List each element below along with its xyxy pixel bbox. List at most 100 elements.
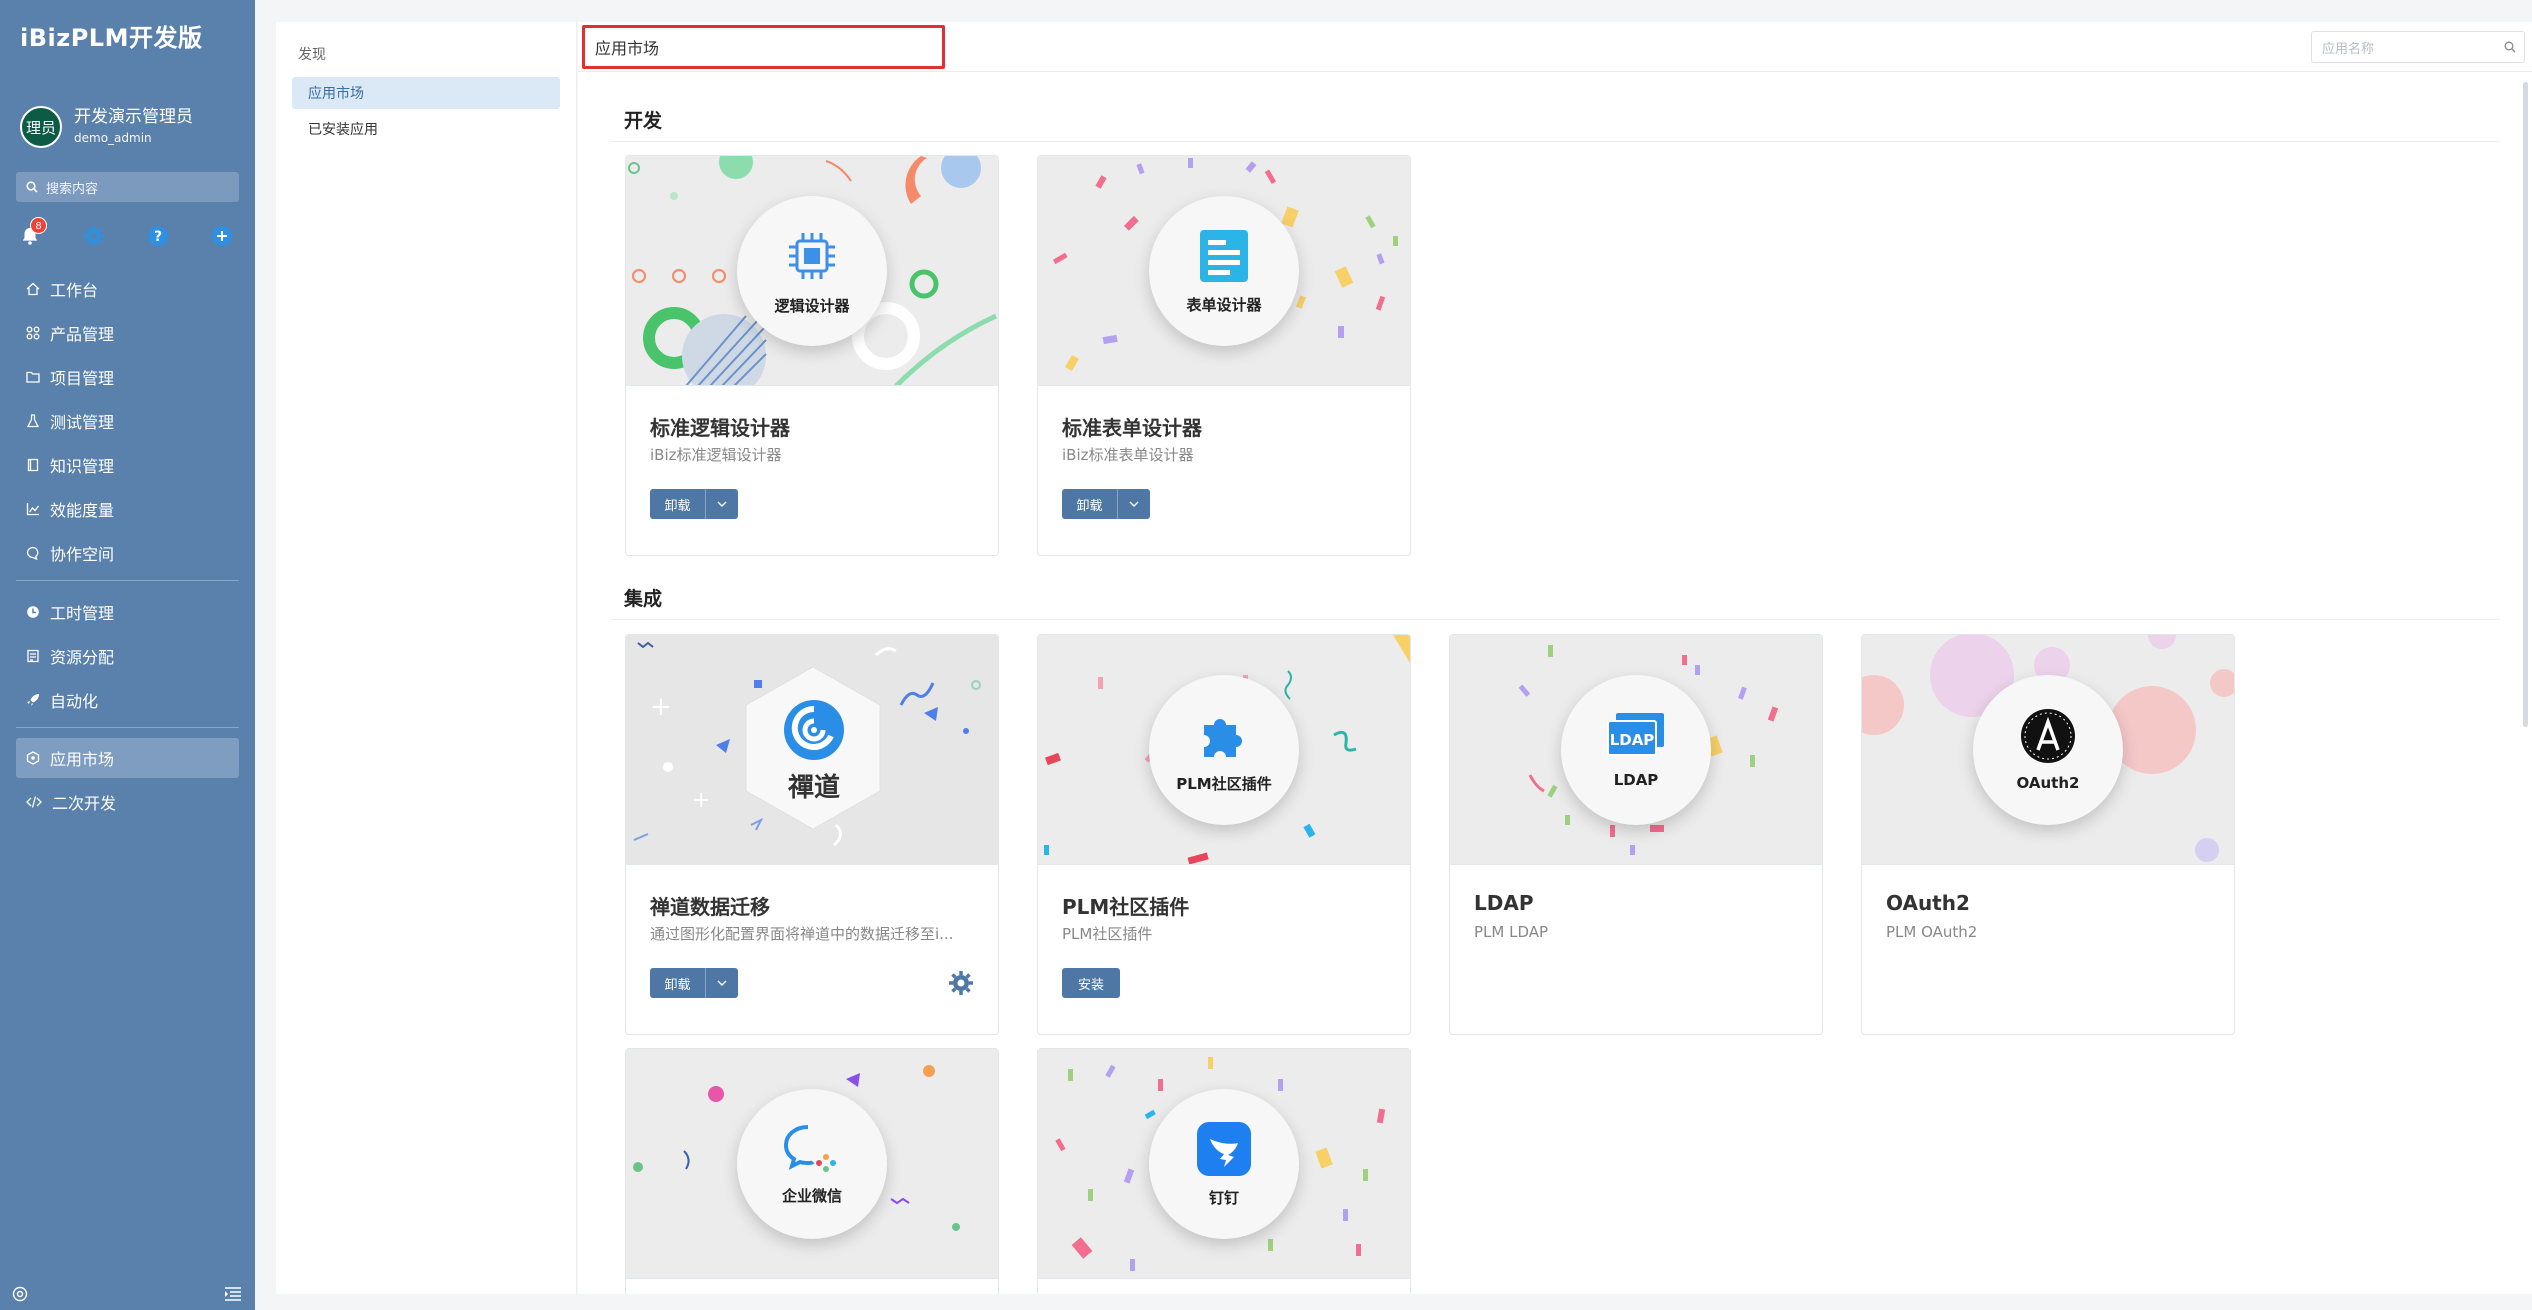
app-search-placeholder: 应用名称 [2322,41,2375,57]
section-divider [610,141,2500,142]
submenu-item-installed[interactable]: 已安装应用 [292,113,560,145]
app-card-logic-designer[interactable]: 逻辑设计器 标准逻辑设计器 iBiz标准逻辑设计器 卸载 [625,155,999,556]
notification-badge: 8 [30,217,47,234]
card-emblem-label: 逻辑设计器 [774,296,850,315]
card-emblem-label: LDAP [1613,771,1659,789]
card-description: PLM社区插件 [1062,925,1153,943]
sidebar-item-label: 二次开发 [52,794,117,813]
sidebar-item-test[interactable]: 测试管理 [16,401,239,441]
add-icon[interactable] [210,224,234,248]
card-banner: OAuth2 [1862,635,2234,865]
section-divider [610,619,2500,620]
card-emblem-label: OAuth2 [2016,774,2080,792]
product-icon [26,326,40,340]
sidebar-item-app-market[interactable]: 应用市场 [16,738,239,778]
collapse-menu-icon[interactable] [224,1286,242,1306]
sidebar-item-project[interactable]: 项目管理 [16,357,239,397]
app-card-wecom[interactable]: 企业微信 [625,1048,999,1294]
app-card-oauth2[interactable]: OAuth2 OAuth2 PLM OAuth2 [1861,634,2235,1035]
app-card-plm-community[interactable]: PLM社区插件 PLM社区插件 PLM社区插件 安装 [1037,634,1411,1035]
card-emblem: LDAP LDAP [1561,675,1711,825]
app-card-dingtalk[interactable]: 钉钉 [1037,1048,1411,1294]
section-title-integration: 集成 [624,588,663,610]
sidebar-item-dev[interactable]: 二次开发 [16,782,239,822]
card-emblem: 钉钉 [1149,1089,1299,1239]
scrollbar[interactable] [2523,82,2528,727]
home-icon [26,282,40,296]
quick-actions: 8 ? [18,217,240,254]
settings-gear-icon[interactable] [948,970,974,996]
card-description: iBiz标准逻辑设计器 [650,446,782,464]
sidebar-item-knowledge[interactable]: 知识管理 [16,445,239,485]
oauth-icon [2021,709,2075,763]
sidebar-item-metrics[interactable]: 效能度量 [16,489,239,529]
zentao-logo-icon [784,700,844,760]
user-profile[interactable]: 理员 开发演示管理员 demo_admin [20,104,193,150]
sidebar-item-workbench[interactable]: 工作台 [16,269,239,309]
chat-icon [26,546,39,560]
uninstall-button[interactable]: 卸载 [650,489,706,519]
app-search-input[interactable]: 应用名称 [2311,31,2525,63]
sidebar-item-automation[interactable]: 自动化 [16,680,239,720]
card-title: LDAP [1474,891,1534,915]
sidebar-item-timesheet[interactable]: 工时管理 [16,592,239,632]
section-title-dev: 开发 [624,110,663,132]
install-button[interactable]: 安装 [1062,968,1120,998]
app-card-ldap[interactable]: LDAP LDAP LDAP PLM LDAP [1449,634,1823,1035]
svg-text:+: + [692,788,710,813]
sidebar-item-product[interactable]: 产品管理 [16,313,239,353]
resource-icon [27,649,39,663]
gear-icon[interactable] [82,224,106,248]
sidebar-item-label: 项目管理 [50,369,115,388]
page-title-text: 应用市场 [595,39,660,58]
bell-icon[interactable]: 8 [18,217,47,248]
card-description: PLM OAuth2 [1886,923,1978,941]
clock-icon [27,606,39,618]
submenu-item-app-market[interactable]: 应用市场 [292,77,560,109]
card-emblem-label: PLM社区插件 [1176,774,1272,793]
rocket-icon [27,694,39,706]
main-toolbar: 应用市场 应用名称 [578,22,2532,72]
card-emblem: 企业微信 [737,1089,887,1239]
card-banner: + + 禪道 [626,635,998,865]
uninstall-split-button: 卸载 [650,489,738,519]
avatar[interactable]: 理员 [20,106,62,148]
sidebar-item-label: 自动化 [50,692,99,711]
card-emblem: 禪道 [764,697,864,804]
flask-icon [26,414,40,428]
sidebar-item-resource[interactable]: 资源分配 [16,636,239,676]
sidebar: iBizPLM开发版 理员 开发演示管理员 demo_admin 搜索内容 8 … [0,0,255,1310]
card-description: PLM LDAP [1474,923,1549,941]
card-emblem: 表单设计器 [1149,196,1299,346]
card-banner: 钉钉 [1038,1049,1410,1279]
card-emblem-label: 企业微信 [781,1186,842,1205]
uninstall-button[interactable]: 卸载 [1062,489,1118,519]
wecom-icon [783,1124,836,1172]
folder-icon [26,371,40,383]
settings-circle-icon[interactable] [12,1286,28,1306]
chevron-down-icon[interactable] [1118,489,1150,519]
card-emblem: 逻辑设计器 [737,196,887,346]
sidebar-item-label: 测试管理 [50,413,115,432]
uninstall-button[interactable]: 卸载 [650,968,706,998]
app-card-form-designer[interactable]: 表单设计器 标准表单设计器 iBiz标准表单设计器 卸载 [1037,155,1411,556]
chip-icon [789,232,835,279]
card-emblem: OAuth2 [1973,675,2123,825]
card-emblem: PLM社区插件 [1149,675,1299,825]
card-emblem-label: 表单设计器 [1186,295,1262,314]
sidebar-item-collab[interactable]: 协作空间 [16,533,239,573]
sidebar-item-label: 资源分配 [50,648,115,667]
card-title: PLM社区插件 [1062,895,1190,919]
main-panel: 应用市场 应用名称 开发 逻辑设计器 标准逻辑设计器 iBiz标准逻辑设计器 卸… [578,22,2532,1294]
chevron-down-icon[interactable] [706,489,738,519]
card-title: 标准逻辑设计器 [650,416,790,440]
card-banner: 逻辑设计器 [626,156,998,386]
book-icon [27,458,39,472]
search-icon [26,181,38,193]
chevron-down-icon[interactable] [706,968,738,998]
help-icon[interactable]: ? [146,224,170,248]
sidebar-search[interactable]: 搜索内容 [16,172,239,202]
app-card-zentao-migration[interactable]: + + 禪道 禅道数据迁移 通过图形化配置界面将禅道中的数据迁移至i... 卸载 [625,634,999,1035]
card-description: 通过图形化配置界面将禅道中的数据迁移至i... [650,925,954,943]
search-icon [2504,41,2516,53]
